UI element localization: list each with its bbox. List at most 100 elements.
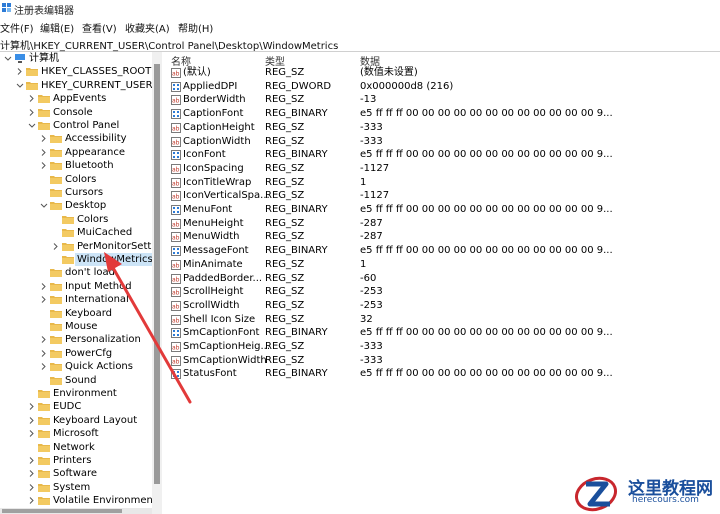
value-row[interactable]: ab IconVerticalSpa... REG_SZ -1127 bbox=[166, 189, 720, 203]
chevron-right-icon[interactable] bbox=[28, 467, 36, 480]
value-type: REG_SZ bbox=[265, 286, 305, 298]
svg-text:ab: ab bbox=[172, 180, 180, 187]
svg-text:ab: ab bbox=[172, 235, 180, 242]
tree-hscrollbar-thumb[interactable] bbox=[2, 509, 122, 513]
chevron-right-icon[interactable] bbox=[40, 159, 48, 172]
value-row[interactable]: ab SmCaptionWidth REG_SZ -333 bbox=[166, 354, 720, 368]
folder-icon bbox=[62, 215, 74, 224]
values-list: 名称 类型 数据 ab (默认) REG_SZ (数值未设置) AppliedDPI RE… bbox=[166, 52, 720, 512]
tree-item-label: Console bbox=[53, 106, 93, 118]
value-row[interactable]: IconFont REG_BINARY e5 ff ff ff 00 00 00 0… bbox=[166, 148, 720, 162]
value-data: -60 bbox=[360, 272, 377, 284]
value-row[interactable]: ab SmCaptionHeig... REG_SZ -333 bbox=[166, 340, 720, 354]
tree-horizontal-scrollbar[interactable] bbox=[0, 508, 152, 514]
address-path[interactable]: 计算机\HKEY_CURRENT_USER\Control Panel\Desk… bbox=[0, 37, 338, 52]
menu-view[interactable]: 查看(V) bbox=[82, 20, 117, 35]
chevron-right-icon[interactable] bbox=[28, 400, 36, 413]
chevron-right-icon[interactable] bbox=[52, 240, 60, 253]
string-value-icon: ab bbox=[171, 177, 181, 188]
tree-item-label: Microsoft bbox=[53, 428, 99, 440]
string-value-icon: ab bbox=[171, 287, 181, 298]
folder-icon bbox=[38, 108, 50, 117]
value-row[interactable]: CaptionFont REG_BINARY e5 ff ff ff 00 00 0… bbox=[166, 107, 720, 121]
string-value-icon: ab bbox=[171, 273, 181, 284]
value-type: REG_SZ bbox=[265, 354, 305, 366]
svg-text:ab: ab bbox=[172, 125, 180, 132]
value-name: (默认) bbox=[183, 67, 211, 78]
value-row[interactable]: ab MenuHeight REG_SZ -287 bbox=[166, 217, 720, 231]
chevron-down-icon[interactable] bbox=[4, 52, 12, 65]
chevron-down-icon[interactable] bbox=[40, 199, 48, 212]
chevron-right-icon[interactable] bbox=[40, 360, 48, 373]
value-data: -333 bbox=[360, 341, 383, 352]
value-row[interactable]: MenuFont REG_BINARY e5 ff ff ff 00 00 00 0… bbox=[166, 203, 720, 217]
value-name: ScrollWidth bbox=[183, 299, 240, 311]
chevron-right-icon[interactable] bbox=[28, 494, 36, 507]
chevron-down-icon[interactable] bbox=[28, 119, 36, 132]
value-name: CaptionHeight bbox=[183, 121, 255, 133]
folder-icon bbox=[38, 470, 50, 479]
value-type: REG_BINARY bbox=[265, 368, 328, 380]
binary-value-icon bbox=[171, 246, 181, 257]
string-value-icon: ab bbox=[171, 68, 181, 78]
value-name: MenuWidth bbox=[183, 231, 240, 243]
value-row[interactable]: ab IconSpacing REG_SZ -1127 bbox=[166, 162, 720, 176]
registry-tree: 计算机 HKEY_CLASSES_ROOT HKEY_CURRENT_USER App… bbox=[0, 52, 152, 512]
value-row[interactable]: SmCaptionFont REG_BINARY e5 ff ff ff 00 00… bbox=[166, 326, 720, 340]
value-row[interactable]: ab BorderWidth REG_SZ -13 bbox=[166, 93, 720, 107]
value-type: REG_SZ bbox=[265, 313, 305, 325]
value-type: REG_SZ bbox=[265, 217, 305, 229]
value-row[interactable]: MessageFont REG_BINARY e5 ff ff ff 00 00 0… bbox=[166, 244, 720, 258]
tree-item-label: PerMonitorSettings bbox=[77, 240, 152, 252]
chevron-right-icon[interactable] bbox=[40, 347, 48, 360]
chevron-down-icon[interactable] bbox=[16, 79, 24, 92]
folder-icon bbox=[26, 81, 38, 90]
tree-vertical-scrollbar[interactable] bbox=[152, 52, 162, 514]
chevron-right-icon[interactable] bbox=[16, 65, 24, 78]
value-data: e5 ff ff ff 00 00 00 00 00 00 00 00 00 0… bbox=[360, 327, 613, 339]
address-bar[interactable]: 计算机\HKEY_CURRENT_USER\Control Panel\Desk… bbox=[0, 36, 720, 52]
string-value-icon: ab bbox=[171, 163, 181, 174]
value-row[interactable]: ab IconTitleWrap REG_SZ 1 bbox=[166, 176, 720, 190]
value-name: Shell Icon Size bbox=[183, 313, 256, 325]
value-name: StatusFont bbox=[183, 368, 237, 380]
chevron-right-icon[interactable] bbox=[40, 132, 48, 145]
value-row[interactable]: ab MenuWidth REG_SZ -287 bbox=[166, 230, 720, 244]
value-row[interactable]: StatusFont REG_BINARY e5 ff ff ff 00 00 00… bbox=[166, 367, 720, 381]
value-row[interactable]: ab CaptionHeight REG_SZ -333 bbox=[166, 121, 720, 135]
value-row[interactable]: ab PaddedBorder... REG_SZ -60 bbox=[166, 272, 720, 286]
chevron-right-icon[interactable] bbox=[28, 454, 36, 467]
chevron-right-icon[interactable] bbox=[28, 427, 36, 440]
chevron-right-icon[interactable] bbox=[28, 414, 36, 427]
chevron-right-icon[interactable] bbox=[40, 293, 48, 306]
chevron-right-icon[interactable] bbox=[28, 92, 36, 105]
menu-favorites[interactable]: 收藏夹(A) bbox=[125, 20, 170, 35]
chevron-right-icon[interactable] bbox=[40, 280, 48, 293]
value-row[interactable]: ab MinAnimate REG_SZ 1 bbox=[166, 258, 720, 272]
svg-text:ab: ab bbox=[172, 221, 180, 228]
menu-help[interactable]: 帮助(H) bbox=[178, 20, 213, 35]
tree-item-label: System bbox=[53, 481, 91, 493]
value-row[interactable]: AppliedDPI REG_DWORD 0x000000d8 (216) bbox=[166, 80, 720, 94]
tree-item-label: Mouse bbox=[65, 321, 98, 332]
menu-edit[interactable]: 编辑(E) bbox=[40, 20, 74, 35]
tree-item-label: EUDC bbox=[53, 401, 82, 413]
tree-item-label: AppEvents bbox=[53, 93, 107, 105]
value-type: REG_SZ bbox=[265, 299, 305, 311]
folder-icon bbox=[38, 457, 50, 465]
value-row[interactable]: ab ScrollWidth REG_SZ -253 bbox=[166, 299, 720, 313]
value-row[interactable]: ab (默认) REG_SZ (数值未设置) bbox=[166, 66, 720, 80]
value-row[interactable]: ab Shell Icon Size REG_SZ 32 bbox=[166, 313, 720, 327]
value-row[interactable]: ab ScrollHeight REG_SZ -253 bbox=[166, 285, 720, 299]
tree-scrollbar-thumb[interactable] bbox=[154, 64, 160, 484]
chevron-right-icon[interactable] bbox=[40, 333, 48, 346]
tree-item-label: Keyboard Layout bbox=[53, 414, 138, 426]
value-row[interactable]: ab CaptionWidth REG_SZ -333 bbox=[166, 135, 720, 149]
chevron-right-icon[interactable] bbox=[28, 481, 36, 494]
menu-file[interactable]: 文件(F) bbox=[0, 20, 34, 35]
watermark-url: herecours.com bbox=[632, 495, 699, 505]
value-data: -333 bbox=[360, 354, 383, 366]
chevron-right-icon[interactable] bbox=[28, 106, 36, 119]
value-name: MessageFont bbox=[183, 245, 249, 257]
chevron-right-icon[interactable] bbox=[40, 146, 48, 159]
